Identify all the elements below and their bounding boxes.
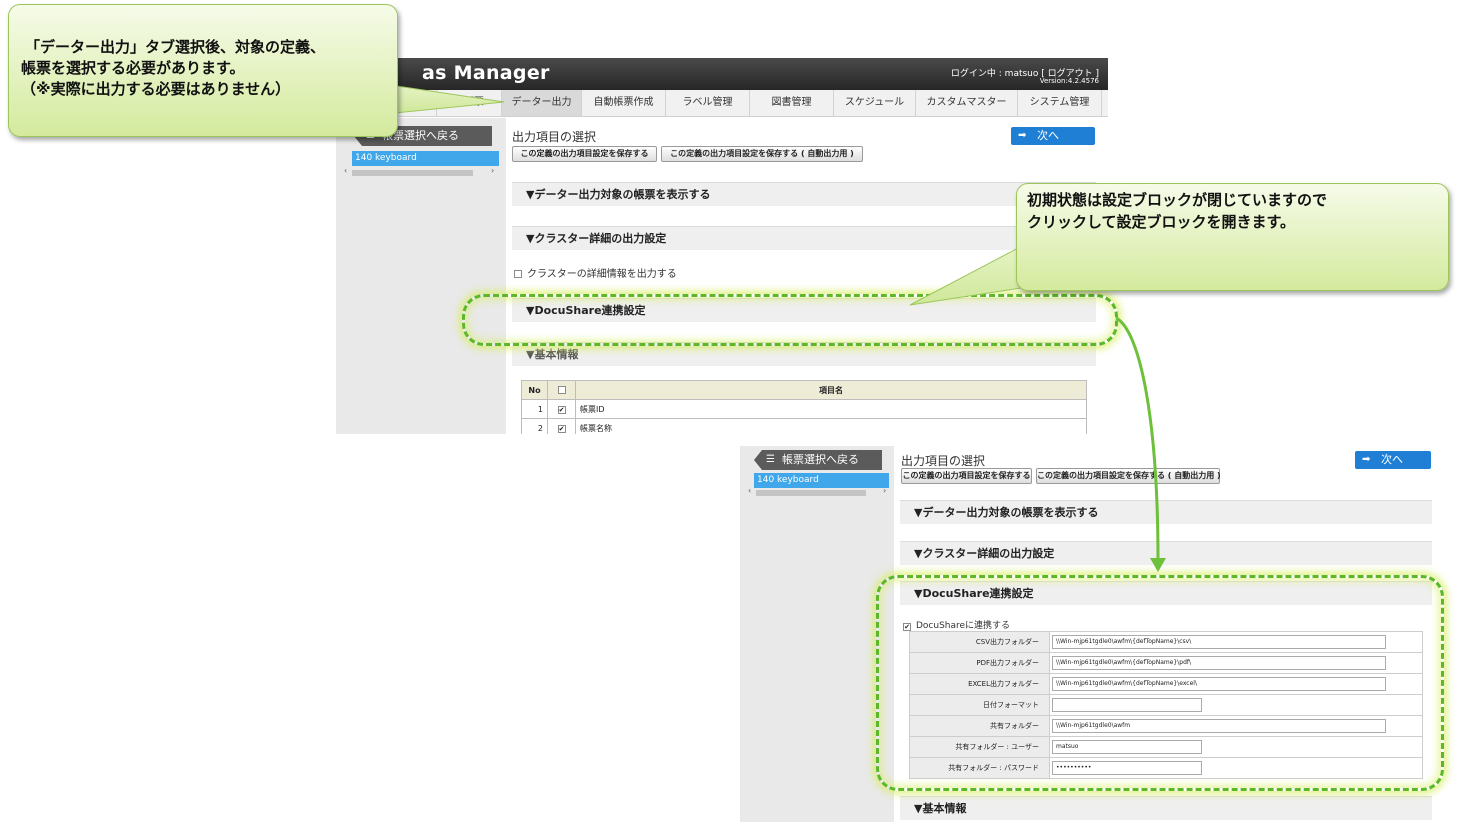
callout-right-line-2: クリックして設定ブロックを開きます。 [1027, 213, 1296, 231]
arrow-down-icon [1150, 558, 1166, 572]
callout-data-output-tab: 「データー出力」タブ選択後、対象の定義、 帳票を選択する必要があります。 （※実… [8, 4, 398, 137]
callout-top-tail [382, 83, 505, 115]
callout-top-line-3: （※実際に出力する必要はありません） [21, 80, 291, 98]
callout-right-line-1: 初期状態は設定ブロックが閉じていますので [1027, 191, 1328, 209]
connector-arrow [1115, 316, 1160, 561]
callout-top-line-2: 帳票を選択する必要があります。 [21, 59, 245, 77]
callout-top-line-1: 「データー出力」タブ選択後、対象の定義、 [25, 38, 326, 56]
callout-docushare-block: 初期状態は設定ブロックが閉じていますので クリックして設定ブロックを開きます。 [1016, 183, 1449, 291]
